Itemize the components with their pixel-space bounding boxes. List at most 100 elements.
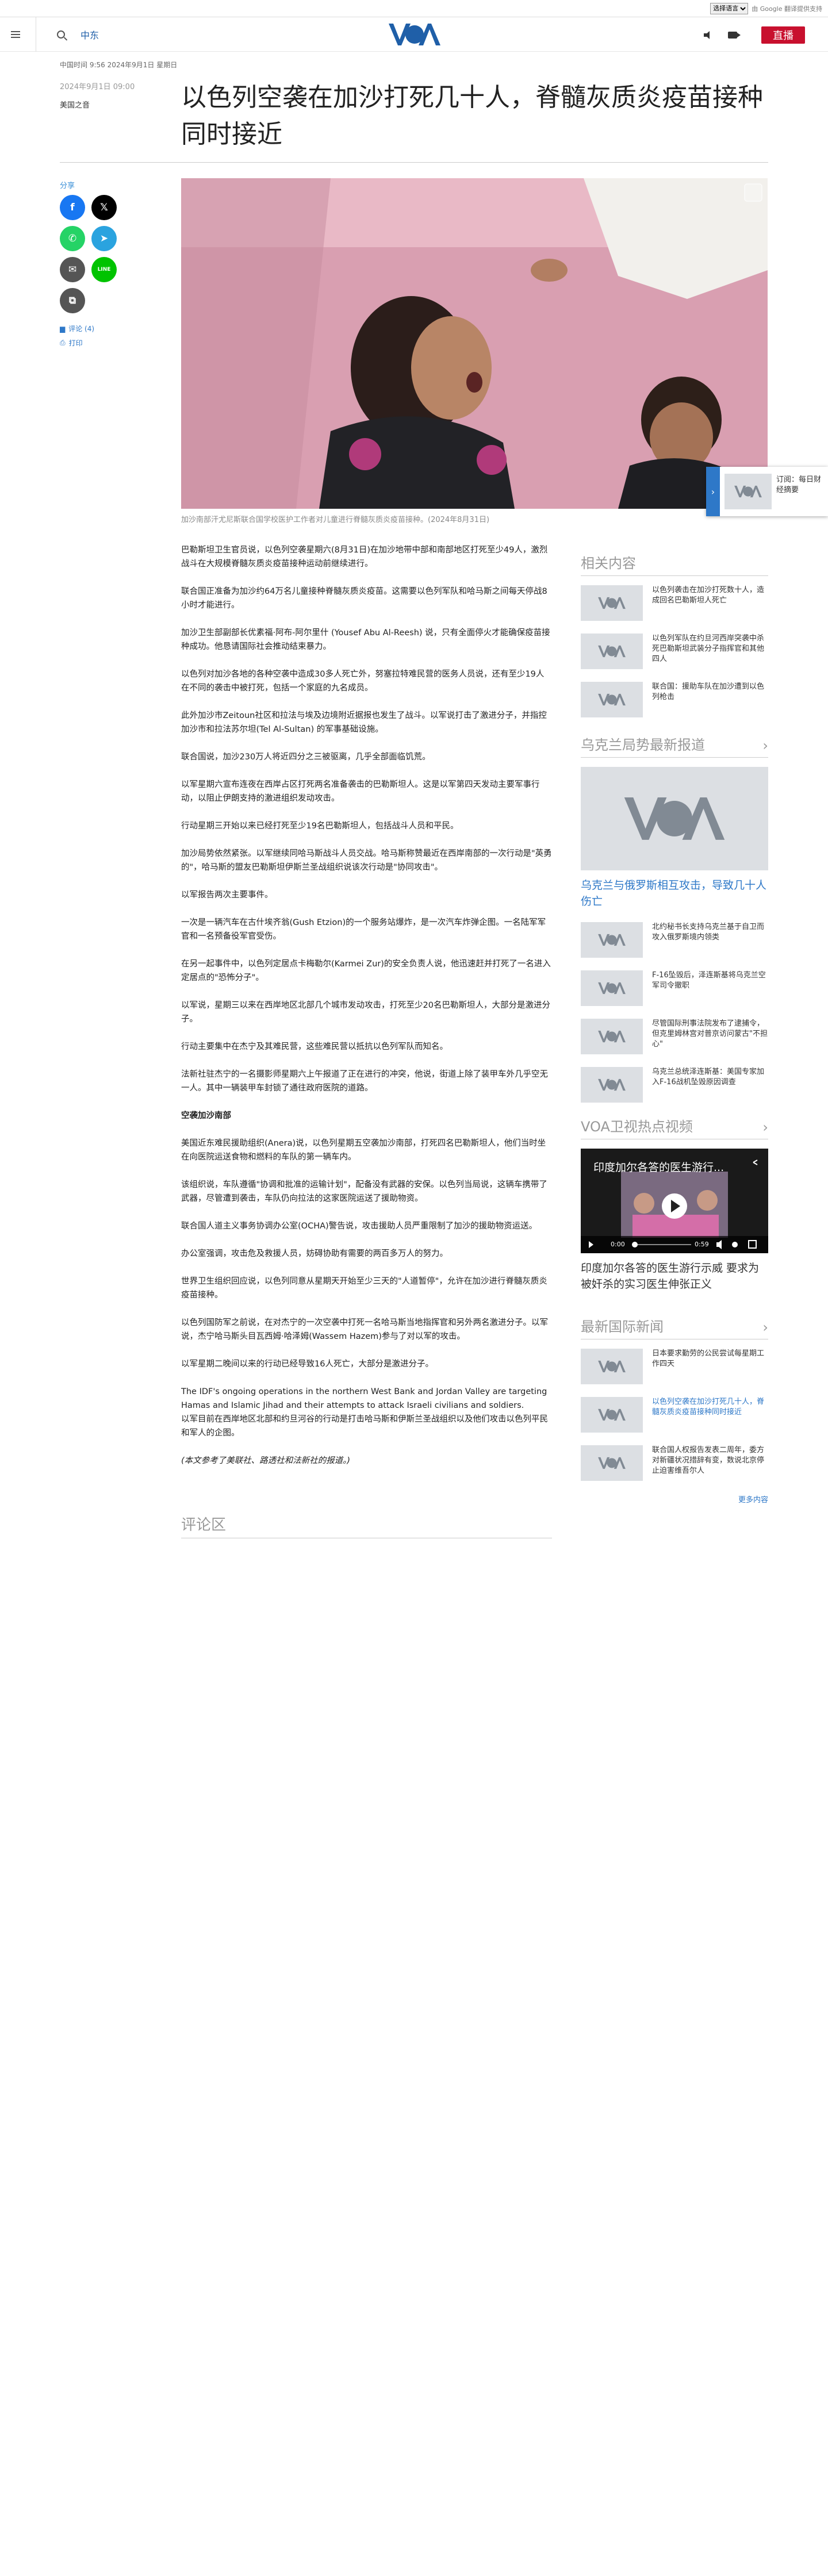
telegram-icon: ➤ — [99, 233, 109, 244]
play-icon[interactable] — [584, 1238, 598, 1251]
author: 美国之音 — [60, 101, 90, 110]
share-icon[interactable] — [749, 1157, 762, 1170]
live-button[interactable]: 直播 — [761, 26, 805, 44]
ukraine-heading[interactable]: 乌克兰局势最新报道 › — [581, 734, 768, 758]
float-title: 订阅：每日财经摘要 — [776, 475, 822, 494]
article-body: 巴勒斯坦卫生官员说，以色列空袭星期六(8月31日)在加沙地带中部和南部地区打死至… — [181, 543, 552, 1481]
list-item[interactable]: 以色列军队在约旦河西岸突袭中杀死巴勒斯坦武装分子指挥官和其他四人 — [581, 634, 768, 669]
section-link-middle-east[interactable]: 中东 — [80, 28, 99, 41]
printer-icon: ⎙ — [60, 339, 66, 347]
list-item-title[interactable]: 尽管国际刑事法院发布了逮捕令，但克里姆林宫对普京访问蒙古"不担心" — [652, 1019, 768, 1050]
list-item-title[interactable]: 以色列袭击在加沙打死数十人，造成回名巴勒斯坦人死亡 — [652, 585, 768, 606]
article-paragraph: 加沙卫生部副部长优素福·阿布-阿尔里什 (Yousef Abu Al-Reesh… — [181, 628, 550, 651]
article-paragraph: 该组织说，车队遵循"协调和批准的运输计划"，配备没有武器的安保。以色列当局说，这… — [181, 1180, 547, 1203]
google-translate-credit: 由 Google 翻译提供支持 — [752, 5, 822, 13]
page-title: 以色列空袭在加沙打死几十人，脊髓灰质炎疫苗接种同时接近 — [181, 83, 763, 149]
related-heading: 相关内容 — [581, 552, 768, 576]
image-caption: 加沙南部汗尤尼斯联合国学校医护工作者对儿童进行脊髓灰质炎疫苗接种。(2024年8… — [181, 516, 490, 524]
list-item-title[interactable]: F-16坠毁后，泽连斯基将乌克兰空军司令撤职 — [652, 970, 768, 991]
search-icon[interactable] — [36, 17, 70, 52]
voa-placeholder-thumbnail — [581, 970, 643, 1006]
list-item[interactable]: F-16坠毁后，泽连斯基将乌克兰空军司令撤职 — [581, 970, 768, 1006]
article-paragraph: 美国近东难民援助组织(Anera)说，以色列星期五空袭加沙南部，打死四名巴勒斯坦… — [181, 1139, 546, 1162]
float-thumbnail — [724, 474, 772, 509]
intl-section: 最新国际新闻 › 日本要求勤劳的公民尝试每星期工作四天 以色列空袭在加沙打死几十人，… — [581, 1315, 768, 1504]
video-caption[interactable]: 印度加尔各答的医生游行示威 要求为被奸杀的实习医生伸张正义 — [581, 1260, 768, 1292]
share-title: 分享 — [60, 182, 75, 190]
article-paragraph: 在另一起事件中，以色列定居点卡梅勒尔(Karmei Zur)的安全负责人说，他迅… — [181, 959, 551, 982]
article-paragraph: 联合国人道主义事务协调办公室(OCHA)警告说，攻击援助人员严重限制了加沙的援助… — [181, 1222, 538, 1231]
video-player-title: 印度加尔各答的医生游行... — [593, 1161, 724, 1174]
voa-logo[interactable] — [386, 22, 443, 47]
share-facebook-button[interactable]: f — [60, 195, 85, 220]
ukraine-lead-title[interactable]: 乌克兰与俄罗斯相互攻击，导致几十人伤亡 — [581, 877, 768, 909]
source-note: (本文参考了美联社、路透社和法新社的报道。) — [181, 1456, 351, 1465]
more-link[interactable]: 更多内容 — [581, 1494, 768, 1504]
list-item-title[interactable]: 乌克兰总统泽连斯基：美国专家加入F-16战机坠毁原因调查 — [652, 1067, 768, 1088]
chevron-right-icon: › — [762, 1319, 768, 1335]
language-select[interactable]: 选择语言 — [710, 2, 749, 14]
voa-placeholder-thumbnail — [581, 634, 643, 669]
share-email-button[interactable]: ✉ — [60, 257, 85, 282]
whatsapp-icon: ✆ — [68, 233, 77, 244]
list-item[interactable]: 乌克兰总统泽连斯基：美国专家加入F-16战机坠毁原因调查 — [581, 1067, 768, 1103]
article-paragraph: 联合国说，加沙230万人将近四分之三被驱离，几乎全部面临饥荒。 — [181, 753, 431, 762]
article-paragraph: 行动星期三开始以来已经打死至少19名巴勒斯坦人，包括战斗人员和平民。 — [181, 821, 459, 831]
share-copy-button[interactable]: ⧉ — [60, 288, 85, 313]
voa-placeholder-thumbnail — [581, 1445, 643, 1481]
ukraine-section: 乌克兰局势最新报道 › 乌克兰与俄罗斯相互攻击，导致几十人伤亡 北约秘书长支持乌克… — [581, 734, 768, 1103]
voa-placeholder-thumbnail — [581, 1397, 643, 1433]
intl-heading[interactable]: 最新国际新闻 › — [581, 1315, 768, 1339]
list-item[interactable]: 尽管国际刑事法院发布了逮捕令，但克里姆林宫对普京访问蒙古"不担心" — [581, 1019, 768, 1054]
video-icon[interactable] — [728, 32, 741, 39]
list-item-title[interactable]: 以色列军队在约旦河西岸突袭中杀死巴勒斯坦武装分子指挥官和其他四人 — [652, 634, 768, 665]
video-section: VOA卫视热点视频 › 印度加尔各答的医生游行... 0:00 0:59 印度加… — [581, 1115, 768, 1292]
chevron-right-icon: › — [762, 1119, 768, 1135]
list-item[interactable]: 以色列袭击在加沙打死数十人，造成回名巴勒斯坦人死亡 — [581, 585, 768, 621]
share-panel: 分享 f 𝕏 ✆ ➤ ✉ LINE ⧉ ▆ 评论 (4) ⎙ 打印 — [60, 179, 123, 348]
list-item[interactable]: 联合国人权报告发表二周年，委方对新疆状况措辞有变，数说北京停止迫害维吾尔人 — [581, 1445, 768, 1481]
article-paragraph: 巴勒斯坦卫生官员说，以色列空袭星期六(8月31日)在加沙地带中部和南部地区打死至… — [181, 546, 548, 569]
list-item-title[interactable]: 以色列空袭在加沙打死几十人，脊髓灰质炎疫苗接种同时接近 — [652, 1397, 768, 1418]
article-paragraph: 办公室强调，攻击危及救援人员，妨碍协助有需要的两百多万人的努力。 — [181, 1249, 448, 1258]
list-item-title[interactable]: 北约秘书长支持乌克兰基于自卫而攻入俄罗斯境内领类 — [652, 922, 768, 943]
share-whatsapp-button[interactable]: ✆ — [60, 226, 85, 251]
fullscreen-icon[interactable] — [744, 183, 762, 202]
translate-bar: 选择语言 由 Google 翻译提供支持 — [0, 0, 828, 17]
voa-placeholder-thumbnail — [581, 1067, 643, 1103]
article-paragraph: 联合国正准备为加沙约64万名儿童接种脊髓灰质炎疫苗。这需要以色列军队和哈马斯之间… — [181, 587, 547, 610]
video-current-time: 0:00 — [611, 1241, 625, 1248]
article-paragraph: 加沙局势依然紧张。以军继续同哈马斯战斗人员交战。哈马斯称赞最近在西岸南部的一次行… — [181, 849, 552, 872]
expand-icon[interactable]: › — [706, 467, 720, 516]
article-paragraph: 世界卫生组织回应说，以色列同意从星期天开始至少三天的"人道暂停"，允许在加沙进行… — [181, 1277, 547, 1300]
share-x-button[interactable]: 𝕏 — [91, 195, 117, 220]
list-item[interactable]: 日本要求勤劳的公民尝试每星期工作四天 — [581, 1349, 768, 1384]
menu-icon[interactable] — [7, 26, 24, 43]
comments-link[interactable]: ▆ 评论 (4) — [60, 324, 123, 333]
list-item[interactable]: 以色列空袭在加沙打死几十人，脊髓灰质炎疫苗接种同时接近 — [581, 1397, 768, 1433]
floating-subscribe-widget[interactable]: › 订阅：每日财经摘要 — [706, 467, 828, 516]
article-paragraph: 一次是一辆汽车在古什埃齐翁(Gush Etzion)的一个服务站爆炸，是一次汽车… — [181, 918, 546, 941]
video-heading[interactable]: VOA卫视热点视频 › — [581, 1115, 768, 1139]
chevron-right-icon: › — [762, 738, 768, 754]
comments-heading: 评论区 — [181, 1513, 552, 1538]
list-item-title[interactable]: 日本要求勤劳的公民尝试每星期工作四天 — [652, 1349, 768, 1369]
audio-icon[interactable] — [704, 31, 712, 39]
facebook-icon: f — [70, 202, 75, 213]
share-telegram-button[interactable]: ➤ — [91, 226, 117, 251]
video-player[interactable]: 印度加尔各答的医生游行... 0:00 0:59 — [581, 1149, 768, 1253]
ukraine-lead-thumbnail[interactable] — [581, 767, 768, 870]
voa-placeholder-thumbnail — [581, 1019, 643, 1054]
related-section: 相关内容 以色列袭击在加沙打死数十人，造成回名巴勒斯坦人死亡以色列军队在约旦河西… — [581, 552, 768, 717]
print-link[interactable]: ⎙ 打印 — [60, 338, 123, 348]
list-item[interactable]: 北约秘书长支持乌克兰基于自卫而攻入俄罗斯境内领类 — [581, 922, 768, 958]
article-paragraph: 以军星期六宣布连夜在西岸占区打死两名准备袭击的巴勒斯坦人。这是以军第四天发动主要… — [181, 780, 540, 803]
list-item-title[interactable]: 联合国人权报告发表二周年，委方对新疆状况措辞有变，数说北京停止迫害维吾尔人 — [652, 1445, 768, 1476]
sidebar: 相关内容 以色列袭击在加沙打死数十人，造成回名巴勒斯坦人死亡以色列军队在约旦河西… — [581, 552, 768, 1504]
article-paragraph: 以色列国防军之前说，在对杰宁的一次空袭中打死一名哈马斯当地指挥官和另外两名激进分… — [181, 1318, 548, 1341]
list-item-title[interactable]: 联合国：援助车队在加沙遭到以色列枪击 — [652, 682, 768, 702]
article-subhead: 空袭加沙南部 — [181, 1111, 231, 1120]
hero-image — [181, 178, 768, 509]
list-item[interactable]: 联合国：援助车队在加沙遭到以色列枪击 — [581, 682, 768, 717]
share-line-button[interactable]: LINE — [91, 257, 117, 282]
